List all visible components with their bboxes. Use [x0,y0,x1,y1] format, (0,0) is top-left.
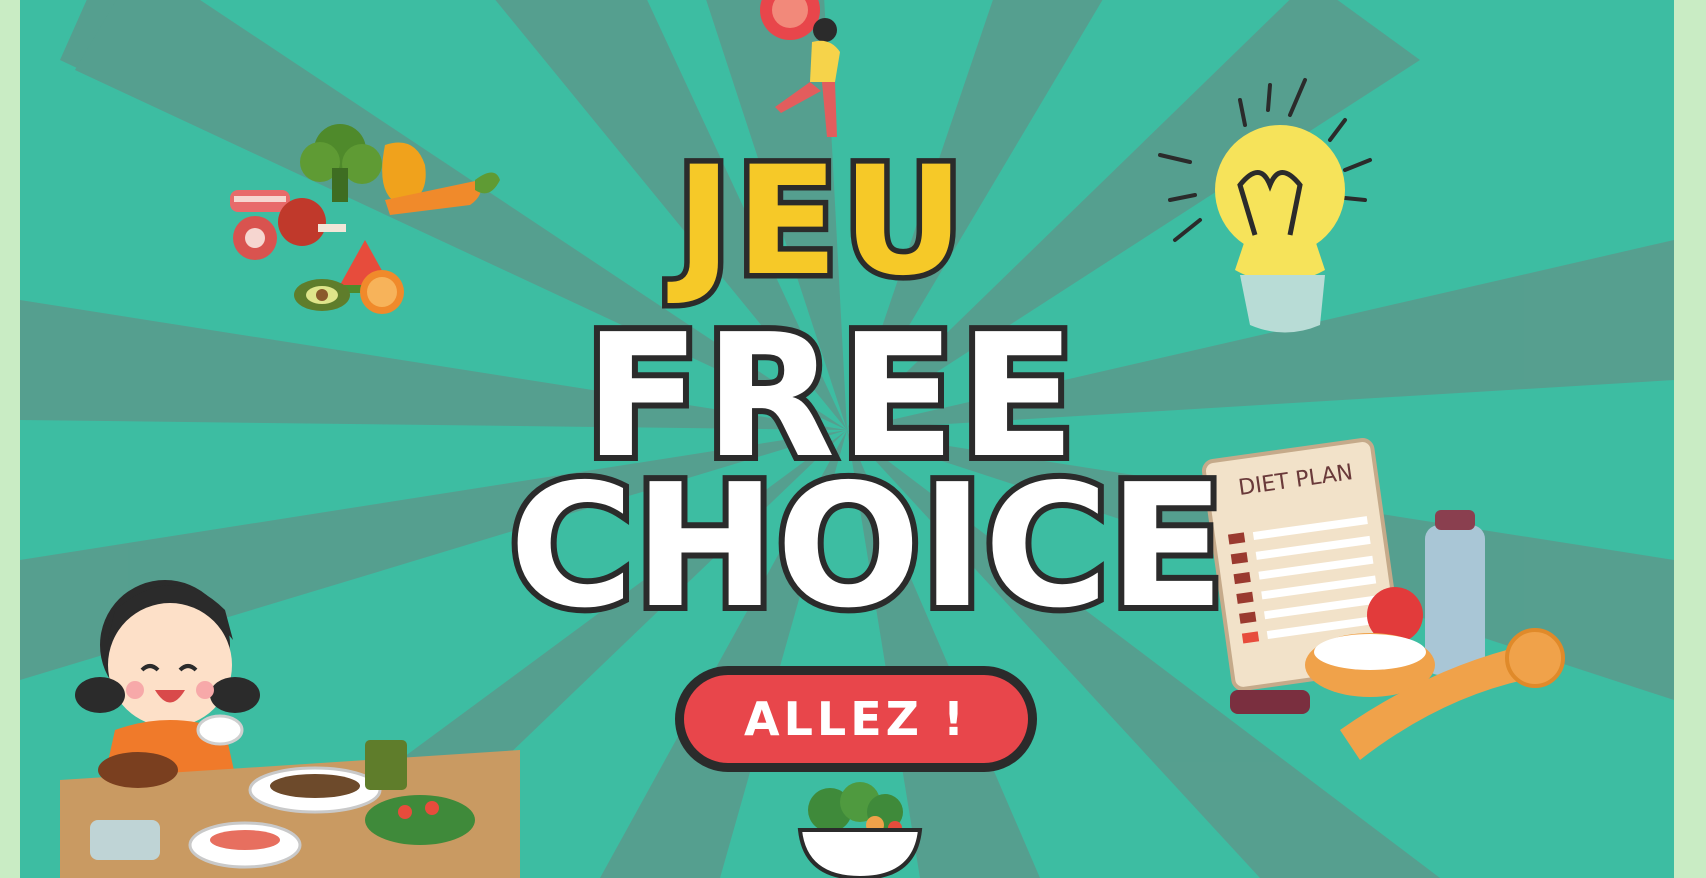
start-game-button-label: ALLEZ ! [744,692,968,746]
game-title-screen: JEU FREE CHOICE DIET PLAN ALLEZ ! [20,0,1674,878]
title-line-jeu: JEU [670,130,969,315]
salad-bowl-icon [797,782,923,878]
person-with-tomato-icon [760,0,840,137]
title-line-choice: CHOICE [503,442,1231,652]
start-game-button[interactable]: ALLEZ ! [675,666,1037,772]
